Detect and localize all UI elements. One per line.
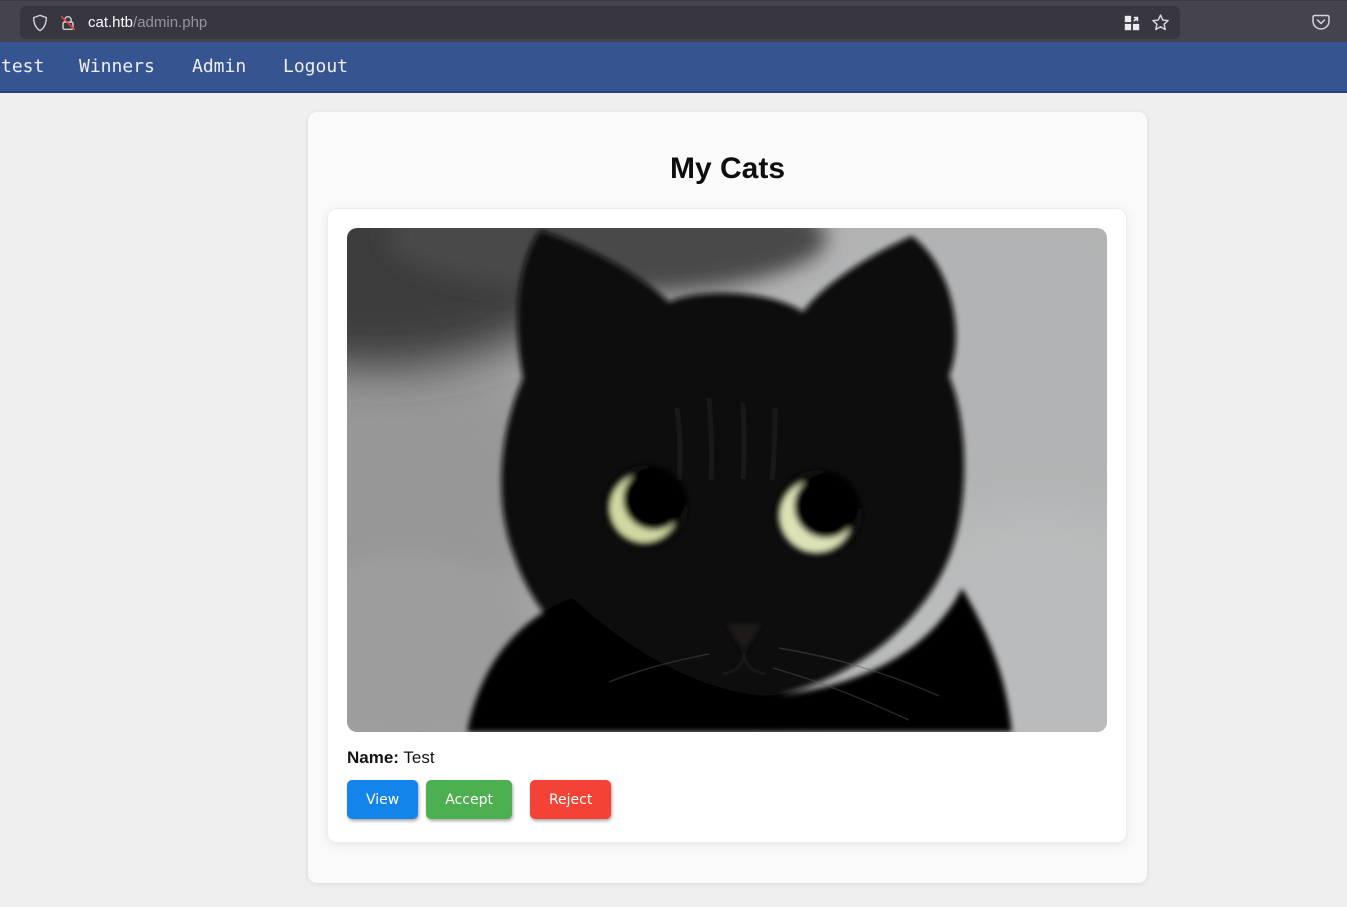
url-bar[interactable]: cat.htb/admin.php (20, 6, 1180, 39)
view-button[interactable]: View (347, 780, 418, 819)
browser-toolbar: cat.htb/admin.php (0, 0, 1347, 42)
page-title: My Cats (308, 152, 1147, 186)
grid-arrow-icon[interactable] (1122, 13, 1142, 33)
name-label: Name: (347, 748, 399, 767)
name-value: Test (403, 748, 434, 767)
my-cats-card: My Cats (308, 112, 1147, 883)
nav-item-logout[interactable]: Logout (283, 42, 348, 91)
accept-button[interactable]: Accept (426, 780, 512, 819)
action-buttons: View Accept Reject (347, 780, 1107, 819)
nav-item-test[interactable]: test (1, 42, 44, 91)
cat-submission-card: Name: Test View Accept Reject (327, 208, 1127, 843)
url-text: cat.htb/admin.php (88, 14, 1122, 31)
star-icon[interactable] (1150, 13, 1170, 33)
black-cat-photo (347, 228, 1107, 732)
shield-icon[interactable] (30, 13, 50, 33)
url-host: cat.htb (88, 14, 133, 31)
site-navbar: test Winners Admin Logout (0, 42, 1347, 93)
reject-button[interactable]: Reject (530, 780, 611, 819)
nav-item-admin[interactable]: Admin (192, 42, 246, 91)
cat-name-row: Name: Test (347, 748, 1107, 768)
insecure-lock-icon[interactable] (58, 13, 78, 33)
nav-item-winners[interactable]: Winners (79, 42, 155, 91)
url-path: /admin.php (133, 14, 207, 31)
pocket-icon[interactable] (1310, 11, 1332, 33)
